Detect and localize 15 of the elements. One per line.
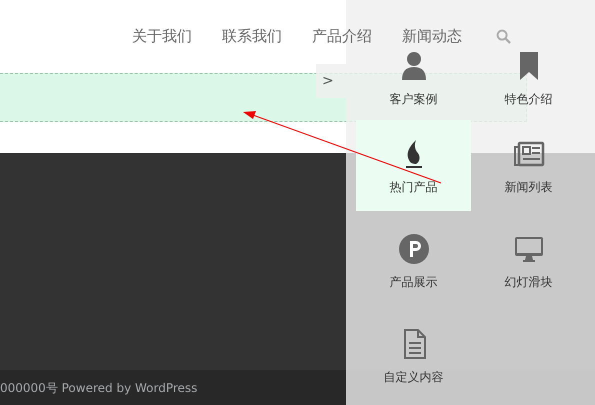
p-circle-icon — [398, 233, 430, 265]
widget-tile[interactable]: 新闻列表 — [471, 120, 586, 211]
nav-link[interactable]: 新闻动态 — [402, 24, 462, 48]
widget-tile[interactable]: 客户案例 — [356, 50, 471, 120]
widget-tile[interactable]: 热门产品 — [356, 120, 471, 211]
panel-toggle[interactable]: > — [316, 64, 346, 98]
search-icon[interactable] — [496, 28, 511, 44]
widget-tile[interactable]: 特色介绍 — [471, 50, 586, 120]
widget-tile[interactable]: 幻灯滑块 — [471, 215, 586, 306]
footer-text: 000000号 Powered by WordPress — [0, 380, 198, 396]
nav-link[interactable]: 关于我们 — [132, 24, 192, 48]
nav-link[interactable]: 联系我们 — [222, 24, 282, 48]
widget-tile[interactable]: 自定义内容 — [356, 310, 471, 401]
widget-tile[interactable]: 产品展示 — [356, 215, 471, 306]
nav-link[interactable]: 产品介绍 — [312, 24, 372, 48]
